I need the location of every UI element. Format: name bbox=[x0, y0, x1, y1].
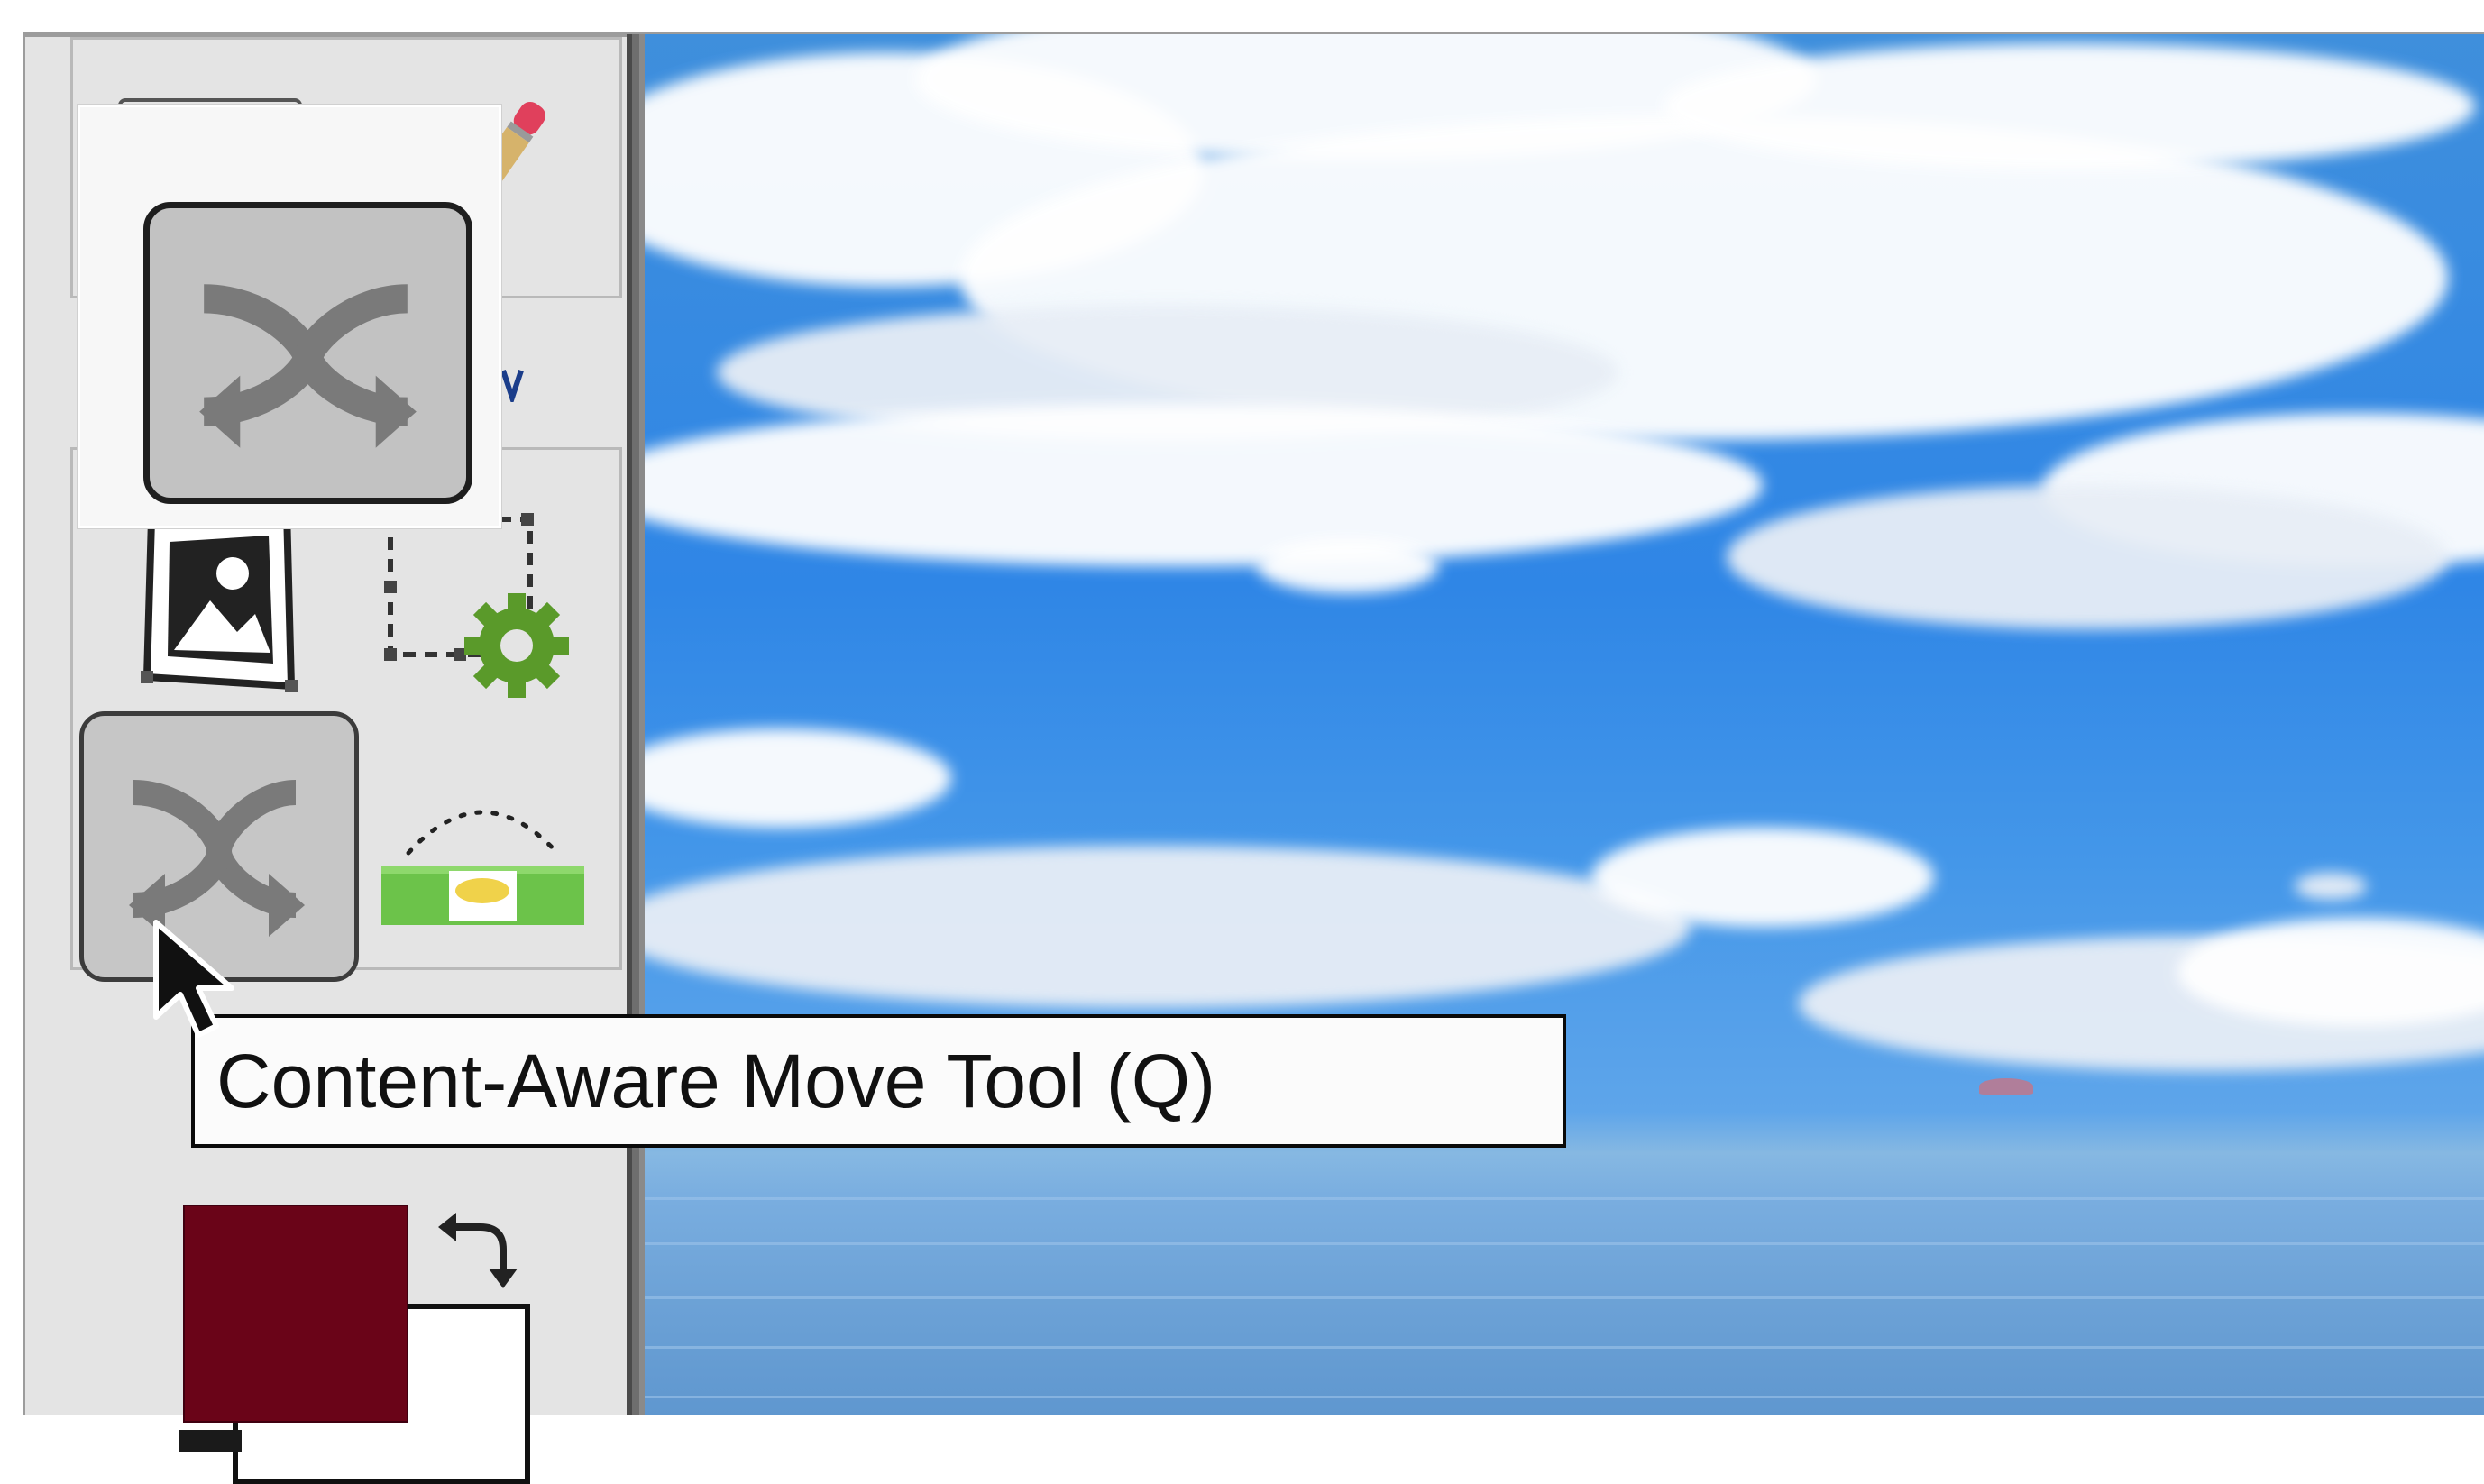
foreground-color-swatch[interactable] bbox=[183, 1205, 408, 1423]
cloud bbox=[1664, 43, 2475, 169]
water-ripple bbox=[645, 1242, 2484, 1245]
water-ripple bbox=[645, 1197, 2484, 1200]
artboard-tool-button[interactable] bbox=[368, 497, 584, 713]
cloud bbox=[645, 846, 1691, 1008]
water-ripple bbox=[645, 1346, 2484, 1349]
distant-boat bbox=[1979, 1078, 2033, 1095]
tooltip-text: Content-Aware Move Tool (Q) bbox=[216, 1038, 1216, 1123]
panel-divider[interactable] bbox=[627, 34, 645, 1415]
cloud bbox=[645, 728, 951, 828]
cloud bbox=[1258, 539, 1438, 593]
crossed-arrows-icon bbox=[199, 284, 417, 448]
frame-tool-button[interactable] bbox=[124, 501, 305, 700]
swap-colors-icon[interactable] bbox=[431, 1200, 530, 1299]
document-canvas[interactable] bbox=[645, 34, 2484, 1415]
tool-magnifier bbox=[78, 105, 501, 528]
cloud bbox=[645, 404, 1763, 566]
tools-panel bbox=[23, 34, 627, 1484]
level-icon bbox=[381, 810, 584, 925]
default-colors-icon[interactable] bbox=[179, 1430, 242, 1452]
level-tool-button[interactable] bbox=[372, 772, 593, 934]
tool-tooltip: Content-Aware Move Tool (Q) bbox=[191, 1014, 1566, 1148]
water-ripple bbox=[645, 1296, 2484, 1299]
expand-arrow-icon[interactable] bbox=[499, 366, 526, 407]
mouse-cursor-icon bbox=[149, 918, 239, 1044]
artboard-gear-icon bbox=[384, 513, 569, 698]
content-aware-move-tool-zoomed bbox=[143, 202, 472, 504]
water-ripple bbox=[645, 1396, 2484, 1398]
cloud bbox=[2295, 873, 2367, 900]
frame-image-icon bbox=[141, 505, 298, 692]
cloud bbox=[1591, 828, 1934, 927]
cloud bbox=[1727, 485, 2448, 629]
